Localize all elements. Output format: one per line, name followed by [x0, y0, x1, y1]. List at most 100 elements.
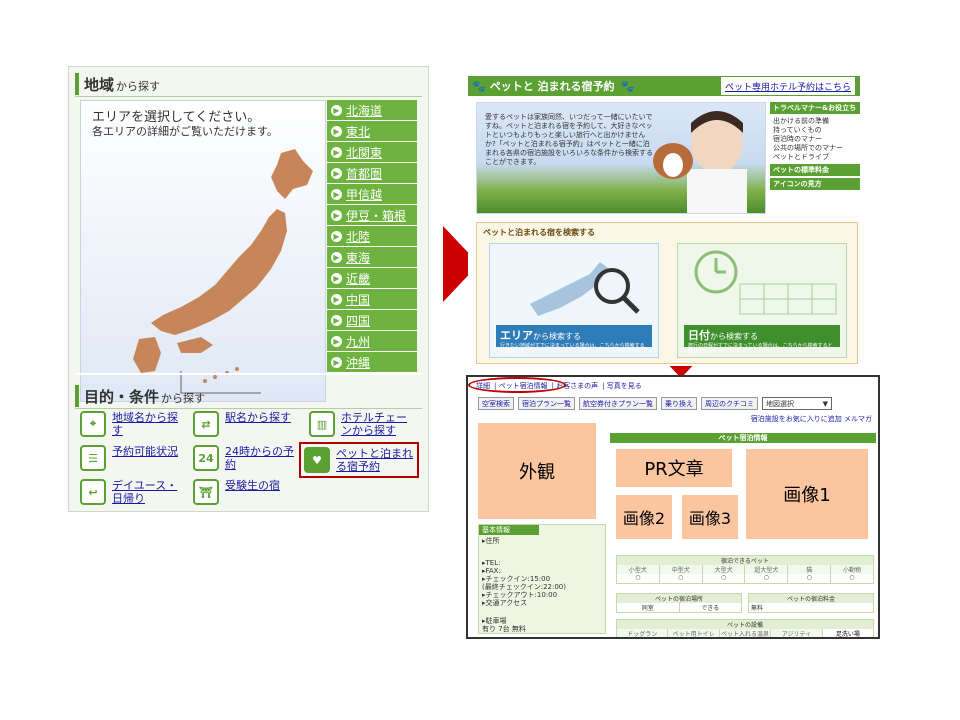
condition-link[interactable]: ☰ 予約可能状況 [80, 445, 186, 471]
cat-icon: ♥ [304, 447, 330, 473]
condition-label[interactable]: ホテルチェーンから探す [341, 411, 409, 437]
paw-icon: 🐾 [620, 79, 635, 93]
menu-item[interactable]: 宿泊時のマナー [770, 134, 860, 143]
region-label: 甲信越 [346, 187, 383, 202]
shrine-icon: ⛩ [193, 479, 219, 505]
pet-hotel-page: 🐾 ペットと 泊まれる宿予約 🐾 ペット専用ホテル予約はこちら 愛するペットは家… [468, 76, 860, 366]
condition-label[interactable]: 予約可能状況 [112, 445, 186, 458]
area-search-bar: エリアから検索する 行きたい地域がすでに決まっている場合は、こちらから検索すると… [496, 325, 652, 355]
search-heading: ペットと泊まれる宿を検索する [483, 228, 595, 237]
region-item[interactable]: ▶ 甲信越 [327, 184, 417, 205]
menu-item[interactable]: 出かける前の準備 [770, 116, 860, 125]
pet-mark: ○ [788, 574, 832, 583]
pet-type: 小動物 [831, 565, 873, 574]
search-panel: 地域 から探す エリアを選択してください。 各エリアの詳細がご覧いただけます。 … [68, 66, 429, 512]
condition-link[interactable]: ▥ ホテルチェーンから探す [309, 411, 409, 437]
condition-link[interactable]: ⇄ 駅名から探す [193, 411, 299, 437]
arrow-right-icon: ▶ [331, 356, 342, 368]
arrow-right-icon: ▶ [331, 293, 342, 305]
hero-banner: 愛するペットは家族同然、いつだって一緒にいたいですね。ペットと泊まれる宿を予約し… [476, 102, 766, 214]
region-item[interactable]: ▶ 首都圏 [327, 163, 417, 184]
vacancy-button[interactable]: 空室検索 [478, 397, 514, 410]
region-item[interactable]: ▶ 北陸 [327, 226, 417, 247]
last-checkin-line: (最終チェックイン:22:00) [482, 583, 566, 591]
basic-info-panel: 基本情報 ▸住所 ▸TEL: ▸FAX: ▸チェックイン:15:00 (最終チェ… [478, 524, 606, 634]
plan-list-button[interactable]: 宿泊プラン一覧 [518, 397, 575, 410]
pet-type: 大型犬 [702, 565, 746, 574]
area-button-label: エリア [500, 329, 533, 342]
region-item[interactable]: ▶ 近畿 [327, 268, 417, 289]
pet-highlight[interactable]: ♥ ペットと泊まれる宿予約 [299, 442, 419, 478]
hero-illustration [653, 111, 747, 213]
air-plan-button[interactable]: 航空券付きプラン一覧 [579, 397, 657, 410]
region-item[interactable]: ▶ 東海 [327, 247, 417, 268]
condition-label[interactable]: 地域名から探す [112, 411, 186, 437]
reviews-button[interactable]: 周辺のクチコミ [701, 397, 758, 410]
arrow-right-icon: ▶ [331, 188, 342, 200]
region-item[interactable]: ▶ 九州 [327, 331, 417, 352]
date-button-sub: から検索する [710, 332, 758, 341]
basic-info-heading: 基本情報 [479, 525, 539, 535]
checkout-line: ▸チェックアウト:10:00 [482, 591, 558, 599]
newsletter-link[interactable]: メルマガ [844, 415, 872, 423]
region-list: ▶ 北海道 ▶ 東北 ▶ 北関東 ▶ 首都圏 ▶ 甲信越 ▶ 伊豆・箱根 ▶ 北陸 ▶ 東海 ▶… [327, 100, 417, 373]
condition-heading-sub: から探す [161, 391, 206, 405]
region-label: 東海 [346, 250, 371, 265]
arrow-right-icon: ▶ [331, 335, 342, 347]
condition-link[interactable]: ↩ デイユース・日帰り [80, 479, 186, 505]
region-label: 近畿 [346, 271, 371, 286]
building-icon: ▥ [309, 411, 335, 437]
date-search-button[interactable]: 日付から検索する 旅行の日程がすでに決まっている場合は、こちらから検索すると便利… [677, 243, 847, 358]
region-item[interactable]: ▶ 北関東 [327, 142, 417, 163]
condition-label[interactable]: ペットと泊まれる宿予約 [336, 447, 414, 473]
pet-place-value: 同室 [617, 603, 680, 612]
condition-section-heading: 目的・条件 から探す [75, 385, 205, 407]
toolbar: 空室検索 宿泊プラン一覧 航空券付きプラン一覧 乗り換え 周辺のクチコミ 地図選… [478, 397, 832, 410]
arrow-right-icon: ▶ [331, 209, 342, 221]
region-item[interactable]: ▶ 北海道 [327, 100, 417, 121]
region-item[interactable]: ▶ 伊豆・箱根 [327, 205, 417, 226]
condition-label[interactable]: 受験生の宿 [225, 479, 299, 492]
menu-item[interactable]: 公共の場所でのマナー [770, 143, 860, 152]
condition-link[interactable]: ⛩ 受験生の宿 [193, 479, 299, 505]
region-label: 北陸 [346, 229, 371, 244]
region-item[interactable]: ▶ 四国 [327, 310, 417, 331]
pet-type: 小型犬 [617, 565, 660, 574]
menu-item[interactable]: ペットとドライブ [770, 152, 860, 161]
menu-item[interactable]: 持っていくもの [770, 125, 860, 134]
arrow-right-icon: ▶ [331, 104, 342, 116]
pet-place-value: できる [701, 605, 720, 612]
favorite-link[interactable]: 宿泊施設をお気に入りに追加 [751, 415, 842, 423]
condition-link[interactable]: 24 24時からの予約 [193, 445, 297, 471]
menu-heading[interactable]: トラベルマナー&お役立ち [770, 102, 860, 114]
arrow-right-icon: ▶ [331, 167, 342, 179]
pet-mark: ○ [703, 574, 746, 583]
map-select[interactable]: 地図選択 ▼ [762, 397, 832, 410]
equipment-item: 足洗い場 [822, 629, 874, 637]
region-item[interactable]: ▶ 沖縄 [327, 352, 417, 373]
pet-fee-row: 無料 [749, 603, 873, 612]
exterior-image: 外観 [478, 423, 596, 519]
region-label: 中国 [346, 292, 371, 307]
condition-label[interactable]: 駅名から探す [225, 411, 299, 424]
arrow-right-icon: ▶ [331, 272, 342, 284]
pet-fee-table: ペットの宿泊料金 無料 [748, 593, 874, 613]
transfer-button[interactable]: 乗り換え [661, 397, 697, 410]
side-menu: トラベルマナー&お役立ち 出かける前の準備 持っていくもの 宿泊時のマナー 公共… [770, 102, 860, 192]
pet-hotel-link[interactable]: ペット専用ホテル予約はこちら [719, 76, 856, 96]
menu-heading[interactable]: ペットの標準料金 [770, 164, 860, 176]
japan-map[interactable]: エリアを選択してください。 各エリアの詳細がご覧いただけます。 [80, 100, 326, 402]
pet-tab-highlight [468, 377, 566, 393]
menu-heading[interactable]: アイコンの見方 [770, 178, 860, 190]
tab-photos[interactable]: 写真を見る [607, 382, 642, 390]
region-item[interactable]: ▶ 中国 [327, 289, 417, 310]
area-search-button[interactable]: エリアから検索する 行きたい地域がすでに決まっている場合は、こちらから検索すると… [489, 243, 659, 358]
condition-label[interactable]: デイユース・日帰り [112, 479, 186, 505]
condition-link[interactable]: ⌖ 地域名から探す [80, 411, 186, 437]
condition-label[interactable]: 24時からの予約 [225, 445, 297, 471]
region-item[interactable]: ▶ 東北 [327, 121, 417, 142]
region-label: 伊豆・箱根 [346, 208, 407, 223]
site-title: ペットと 泊まれる宿予約 [489, 80, 615, 93]
arrow-right-icon: ▶ [331, 230, 342, 242]
divider [75, 373, 422, 375]
